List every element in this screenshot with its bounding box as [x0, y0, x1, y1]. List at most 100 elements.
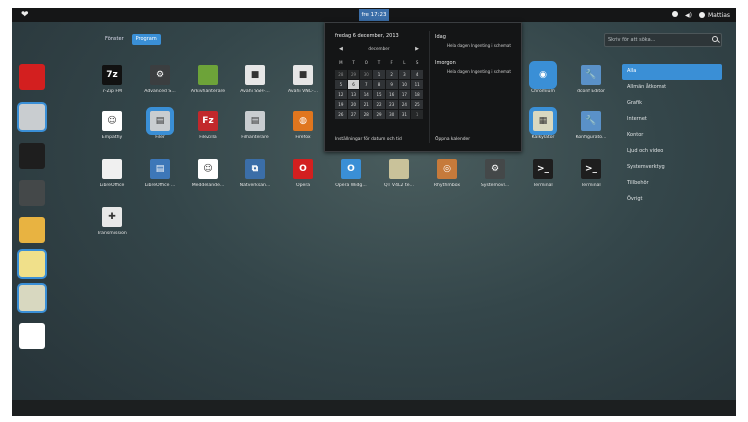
user-menu[interactable]: Mattias [698, 12, 730, 19]
app-launcher[interactable]: >_ Terminal [520, 159, 566, 188]
calendar-day[interactable]: 2 [385, 70, 398, 79]
app-launcher[interactable]: O Opera Widg... [328, 159, 374, 188]
app-launcher[interactable]: ⚙ Systemövl... [472, 159, 518, 188]
calendar-day[interactable]: 24 [398, 100, 411, 109]
app-launcher[interactable]: Arkivhanterare [185, 65, 231, 94]
dock-opera-icon[interactable] [19, 64, 45, 90]
app-launcher[interactable]: O Opera [280, 159, 326, 188]
app-label: Filer [155, 135, 165, 140]
calendar-day[interactable]: 30 [385, 110, 398, 119]
category-item[interactable]: Allmän åtkomst [622, 80, 722, 96]
dock-calculator-icon[interactable] [19, 285, 45, 311]
app-launcher[interactable]: ◎ Rhythmbox [424, 159, 470, 188]
weekday-label: F [390, 60, 393, 65]
calendar-day[interactable]: 10 [398, 80, 411, 89]
app-launcher[interactable]: ■ Avahi SSH-... [232, 65, 278, 94]
calendar-day[interactable]: 28 [335, 70, 347, 79]
calendar-day[interactable]: 21 [360, 100, 373, 109]
calendar-day[interactable]: 11 [411, 80, 423, 89]
app-launcher[interactable]: ▤ LibreOffice ... [137, 159, 183, 188]
app-label: Terminal [533, 183, 553, 188]
app-launcher[interactable]: QT V4L2 te... [376, 159, 422, 188]
calendar-day[interactable]: 20 [347, 100, 360, 109]
app-launcher[interactable]: Fz FileZilla [185, 111, 231, 140]
calendar-day[interactable]: 31 [398, 110, 411, 119]
weekday-label: T [377, 60, 381, 65]
app-launcher[interactable]: ⚙ Advanced S... [137, 65, 183, 94]
app-launcher[interactable]: ◍ Firefox [280, 111, 326, 140]
clock-button[interactable]: fre 17:23 [359, 9, 389, 21]
app-launcher[interactable]: 7z 7-Zip FM [89, 65, 135, 94]
category-item[interactable]: Grafik [622, 96, 722, 112]
app-launcher[interactable]: ▦ Kalkylator [520, 111, 566, 140]
app-launcher[interactable]: ☺ Meddelande... [185, 159, 231, 188]
calendar-day[interactable]: 9 [385, 80, 398, 89]
dock-empathy-icon[interactable] [19, 323, 45, 349]
app-launcher[interactable]: ☺ Empathy [89, 111, 135, 140]
power-icon[interactable] [672, 11, 678, 19]
app-launcher[interactable]: ◉ Chromium [520, 65, 566, 94]
calendar-day[interactable]: 25 [411, 100, 423, 109]
dock-terminal-icon[interactable] [19, 143, 45, 169]
opera-widgets-icon: O [341, 159, 361, 179]
calendar-day[interactable]: 8 [373, 80, 385, 89]
calendar-day[interactable]: 29 [347, 70, 360, 79]
heart-icon[interactable]: ❤ [21, 9, 29, 21]
calendar-day[interactable]: 4 [411, 70, 423, 79]
calendar-day[interactable]: 29 [373, 110, 385, 119]
calendar-day[interactable]: 7 [360, 80, 373, 89]
app-launcher[interactable]: ⧉ Nätverksan... [232, 159, 278, 188]
calendar-day[interactable]: 26 [335, 110, 347, 119]
category-item[interactable]: Alla [622, 64, 722, 80]
calendar-day[interactable]: 12 [335, 90, 347, 99]
category-item[interactable]: Ljud och video [622, 144, 722, 160]
category-item[interactable]: Kontor [622, 128, 722, 144]
calendar-day[interactable]: 14 [360, 90, 373, 99]
dock-text-editor-icon[interactable] [19, 251, 45, 277]
calendar-day-today[interactable]: 6 [347, 80, 360, 89]
app-launcher[interactable]: 🔧 dconf Editor [568, 65, 614, 94]
category-item[interactable]: Tillbehör [622, 176, 722, 192]
open-calendar-link[interactable]: Öppna kalender [435, 137, 470, 142]
view-filters: Fönster Program [101, 34, 161, 45]
dock-image-viewer-icon[interactable] [19, 217, 45, 243]
app-launcher[interactable]: ▤ Filer [137, 111, 183, 140]
calendar-day[interactable]: 30 [360, 70, 373, 79]
dock-files-icon[interactable] [19, 104, 45, 130]
search-icon[interactable] [712, 36, 718, 42]
calendar-day[interactable]: 18 [411, 90, 423, 99]
search-input[interactable] [608, 35, 700, 44]
search-box[interactable] [604, 33, 722, 47]
calendar-day[interactable]: 28 [360, 110, 373, 119]
user-status-icon [698, 12, 705, 18]
app-launcher[interactable]: >_ Terminal [568, 159, 614, 188]
date-time-settings-link[interactable]: Inställningar för datum och tid [335, 137, 402, 142]
calendar-day[interactable]: 3 [398, 70, 411, 79]
calendar-day[interactable]: 16 [385, 90, 398, 99]
category-item[interactable]: Övrigt [622, 192, 722, 208]
category-item[interactable]: Systemverktyg [622, 160, 722, 176]
calendar-day[interactable]: 17 [398, 90, 411, 99]
libreoffice-writer-icon: ▤ [150, 159, 170, 179]
terminal-icon: >_ [581, 159, 601, 179]
app-launcher[interactable]: ▤ Filhanterare [232, 111, 278, 140]
dock-system-monitor-icon[interactable] [19, 180, 45, 206]
volume-icon[interactable]: ◀) [685, 12, 692, 19]
calendar-day[interactable]: 15 [373, 90, 385, 99]
calendar-day[interactable]: 19 [335, 100, 347, 109]
app-launcher[interactable]: ■ Avahi VNC-... [280, 65, 326, 94]
calendar-day[interactable]: 22 [373, 100, 385, 109]
calendar-day[interactable]: 27 [347, 110, 360, 119]
calendar-day[interactable]: 13 [347, 90, 360, 99]
calendar-day[interactable]: 23 [385, 100, 398, 109]
app-launcher[interactable]: ✚ Transmission [89, 207, 135, 236]
app-launcher[interactable]: LibreOffice [89, 159, 135, 188]
calendar-day[interactable]: 5 [335, 80, 347, 89]
filter-applications-button[interactable]: Program [131, 34, 161, 45]
calendar-day[interactable]: 1 [411, 110, 423, 119]
next-month-button[interactable]: ▶ [415, 46, 419, 52]
filter-windows-button[interactable]: Fönster [101, 34, 128, 45]
calendar-day[interactable]: 1 [373, 70, 385, 79]
app-launcher[interactable]: 🔧 Konfigurato... [568, 111, 614, 140]
category-item[interactable]: Internet [622, 112, 722, 128]
